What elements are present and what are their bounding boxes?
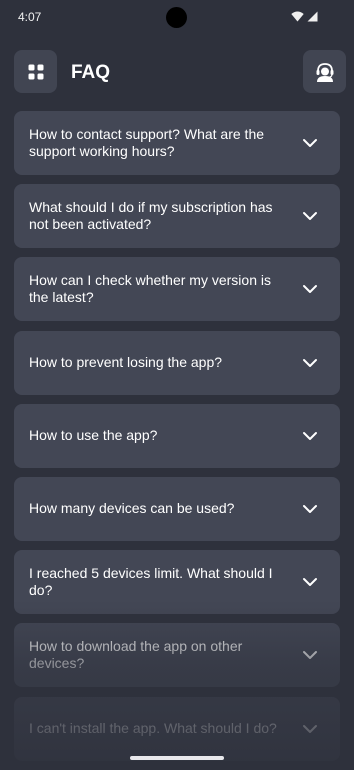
faq-question: How to prevent losing the app? [29, 354, 223, 371]
headset-agent-icon [316, 62, 333, 82]
chevron-down-icon [303, 578, 317, 587]
faq-item[interactable]: How to prevent losing the app? [14, 330, 340, 395]
support-button[interactable] [303, 50, 346, 93]
faq-item[interactable]: How many devices can be used? [14, 476, 340, 541]
faq-item[interactable]: How to use the app? [14, 403, 340, 468]
home-indicator[interactable] [130, 756, 224, 760]
faq-item[interactable]: What should I do if my subscription has … [14, 184, 340, 249]
grid-icon [28, 64, 43, 79]
faq-item[interactable]: How to download the app on other devices… [14, 623, 340, 688]
camera-cutout [166, 7, 187, 28]
faq-question: How can I check whether my version is th… [29, 272, 271, 306]
header: FAQ [14, 50, 346, 94]
faq-question: How to download the app on other devices… [29, 638, 243, 672]
faq-question: I can't install the app. What should I d… [29, 720, 277, 736]
faq-item[interactable]: I can't install the app. What should I d… [14, 696, 340, 761]
chevron-down-icon [303, 431, 317, 440]
faq-question: I reached 5 devices limit. What should I… [29, 565, 273, 599]
status-icons [291, 11, 318, 22]
chevron-down-icon [303, 285, 317, 294]
status-bar: 4:07 [0, 0, 354, 36]
faq-item[interactable]: How to contact support? What are the sup… [14, 111, 340, 175]
chevron-down-icon [303, 651, 317, 660]
menu-button[interactable] [14, 50, 57, 93]
chevron-down-icon [303, 358, 317, 367]
signal-icon [307, 11, 318, 22]
chevron-down-icon [303, 724, 317, 733]
chevron-down-icon [303, 504, 317, 513]
faq-list: How to contact support? What are the sup… [14, 111, 340, 770]
chevron-down-icon [303, 139, 317, 147]
wifi-icon [291, 11, 304, 22]
faq-question: How to contact support? What are the sup… [29, 126, 265, 159]
faq-question: What should I do if my subscription has … [29, 199, 273, 233]
page-title: FAQ [71, 62, 111, 83]
faq-item[interactable]: How can I check whether my version is th… [14, 257, 340, 322]
faq-question: How many devices can be used? [29, 500, 235, 517]
faq-item[interactable]: I reached 5 devices limit. What should I… [14, 550, 340, 615]
chevron-down-icon [303, 212, 317, 221]
faq-question: How to use the app? [29, 427, 158, 444]
status-time: 4:07 [18, 10, 42, 24]
